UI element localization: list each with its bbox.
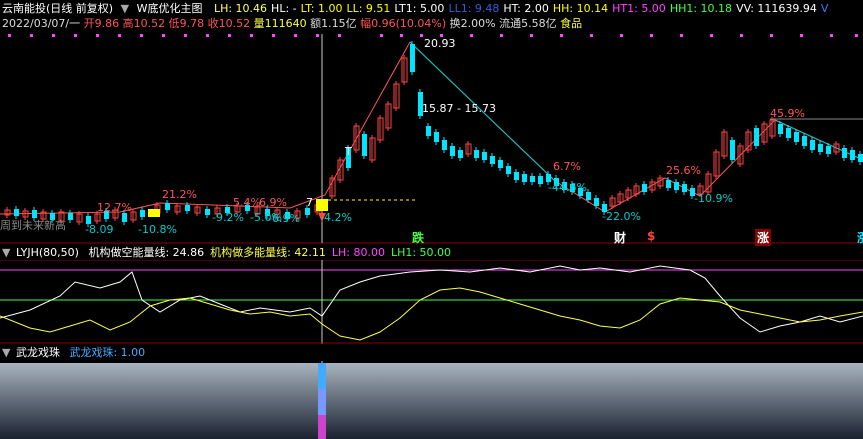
lyjh-value-item: 机构做多能量线: 42.11: [210, 246, 326, 259]
signal-bar-bottom: [318, 415, 326, 439]
candle-body: [434, 132, 439, 142]
pct-label: -10.9%: [694, 192, 733, 205]
candle-body: [410, 44, 415, 72]
mark-t: T: [345, 145, 352, 158]
candle-body: [786, 128, 791, 138]
signal-bar-top: [318, 363, 326, 389]
candle-body: [850, 150, 855, 160]
candle-body: [506, 166, 511, 174]
candle-body: [522, 174, 527, 182]
candle-body: [474, 150, 479, 158]
candle-body: [810, 140, 815, 150]
wulong-indicator-chart[interactable]: [0, 361, 863, 439]
lyjh-panel-header: ▼ LYJH(80,50) 机构做空能量线: 24.86 机构做多能量线: 42.…: [2, 246, 463, 260]
candle-body: [826, 146, 831, 154]
candle-body: [594, 198, 599, 206]
wulong-band: [0, 363, 863, 439]
candle-body: [514, 172, 519, 180]
pct-label: -44.6%: [548, 181, 587, 194]
pct-label: -10.8%: [138, 223, 177, 236]
long-energy-line: [0, 287, 863, 341]
highlight-candle: [316, 199, 328, 211]
left-note: 周到未来新高: [0, 219, 66, 232]
candle-body: [490, 156, 495, 164]
badge-edge[interactable]: 涨: [855, 229, 863, 246]
zigzag-trend-line: [0, 41, 863, 215]
candle-body: [754, 128, 759, 146]
pct-label: 6.7%: [553, 160, 581, 173]
pct-label: -4.2%: [320, 211, 352, 224]
candle-body: [205, 209, 210, 215]
pct-label: 5.4%: [233, 196, 261, 209]
pct-label: 21.2%: [162, 188, 197, 201]
candle-body: [794, 132, 799, 142]
wulong-title[interactable]: 武龙戏珠: [16, 346, 60, 359]
pct-label: -22.0%: [602, 210, 641, 223]
candle-body: [666, 180, 671, 188]
range-label: 15.87 - 15.73: [422, 102, 496, 115]
candle-body: [140, 210, 145, 217]
mark-7: 7: [306, 196, 313, 209]
candle-body: [538, 176, 543, 184]
candle-body: [642, 184, 647, 192]
signal-bar-mid: [318, 389, 326, 415]
pct-label: -8.09: [85, 223, 114, 236]
candle-body: [458, 150, 463, 158]
candle-body: [305, 208, 310, 215]
candle-body: [450, 146, 455, 156]
peak-label: 20.93: [424, 37, 456, 50]
lyjh-value-item: LH1: 50.00: [390, 246, 452, 259]
candle-body: [530, 176, 535, 182]
candle-body: [68, 213, 73, 220]
lyjh-title[interactable]: LYJH(80,50): [16, 246, 79, 259]
candle-body: [498, 160, 503, 168]
candle-body: [362, 134, 367, 156]
candle-body: [442, 140, 447, 150]
badge-dollar[interactable]: $: [645, 229, 657, 243]
wulong-value: 武龙戏珠: 1.00: [69, 346, 146, 359]
lyjh-value-item: 机构做空能量线: 24.86: [88, 246, 205, 259]
highlight-candle: [148, 209, 160, 217]
chevron-down-icon[interactable]: ▼: [2, 246, 10, 259]
pct-label: 25.6%: [666, 164, 701, 177]
candle-body: [842, 148, 847, 158]
candle-body: [778, 124, 783, 134]
chevron-down-icon[interactable]: ▼: [2, 346, 10, 359]
pct-label: 45.9%: [770, 107, 805, 120]
pct-label: 6.9%: [259, 196, 287, 209]
candle-body: [682, 184, 687, 192]
candle-body: [14, 209, 19, 216]
candle-body: [674, 182, 679, 190]
candle-body: [858, 154, 863, 162]
candle-body: [426, 126, 431, 136]
candle-body: [802, 136, 807, 146]
badge-die[interactable]: 跌: [410, 229, 426, 246]
lyjh-values: 机构做空能量线: 24.86 机构做多能量线: 42.11 LH: 80.00 LH1…: [88, 246, 457, 259]
badge-zhang[interactable]: 涨: [755, 229, 772, 246]
badge-cai[interactable]: 财: [612, 229, 628, 246]
pct-label: -9.2%: [212, 211, 244, 224]
candle-body: [818, 144, 823, 152]
candle-body: [730, 140, 735, 160]
candle-body: [122, 213, 127, 222]
wulong-panel-header: ▼ 武龙戏珠 武龙戏珠: 1.00: [2, 346, 151, 360]
candle-body: [482, 152, 487, 160]
lyjh-indicator-chart[interactable]: [0, 260, 863, 344]
pct-label: 12.7%: [97, 201, 132, 214]
pct-label: -6.9%: [268, 212, 300, 225]
candle-body: [185, 205, 190, 211]
candle-body: [165, 203, 170, 210]
lyjh-value-item: LH: 80.00: [331, 246, 385, 259]
